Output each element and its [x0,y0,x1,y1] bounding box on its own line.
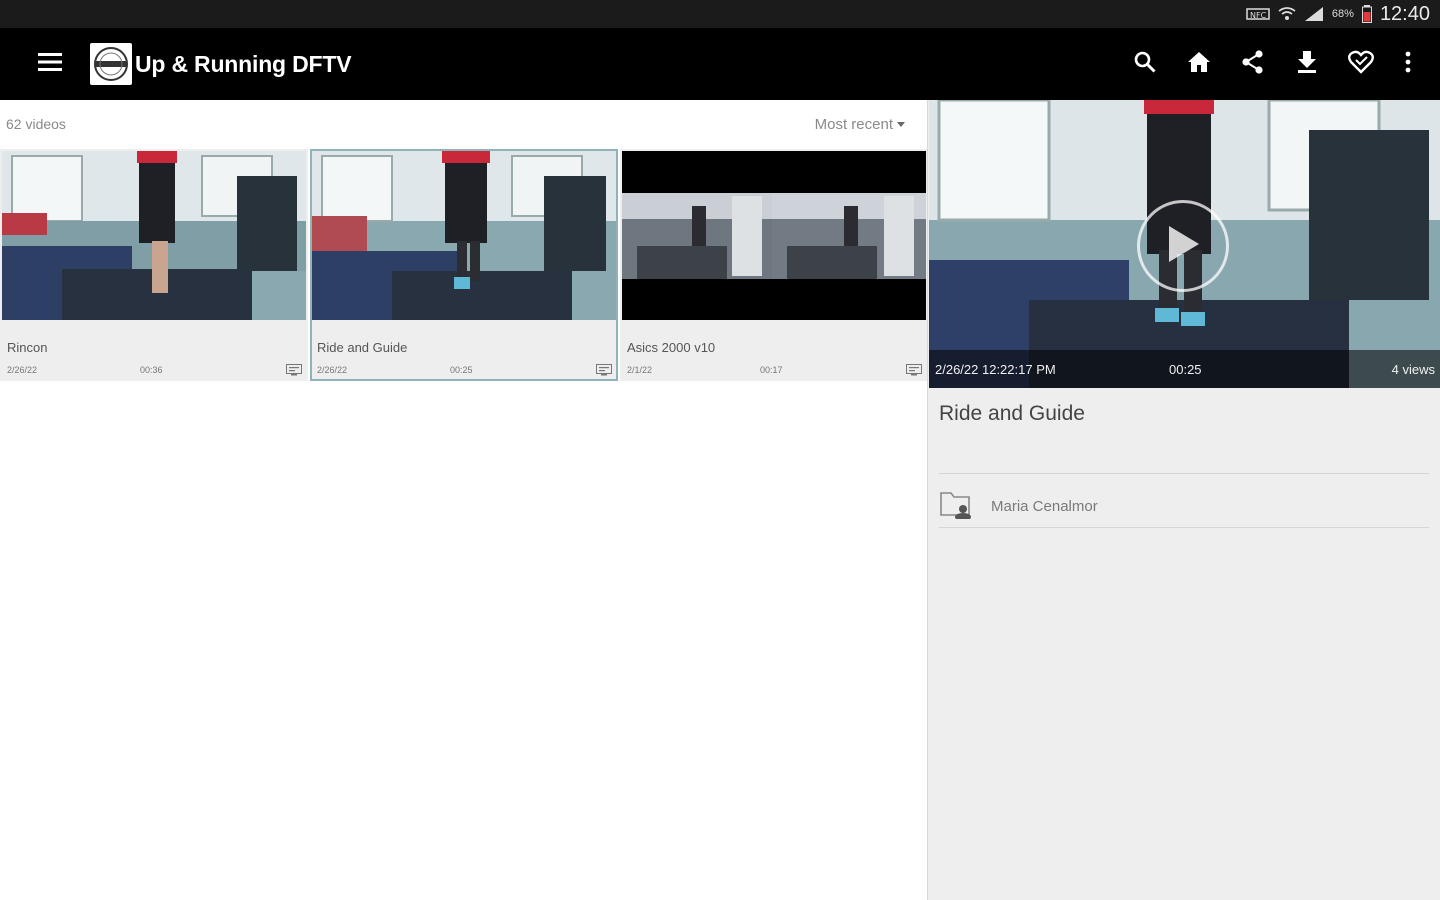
player-info-bar: 2/26/22 12:22:17 PM 00:25 4 views [929,350,1440,388]
divider [939,527,1429,528]
signal-icon [1304,6,1324,22]
video-player[interactable]: 2/26/22 12:22:17 PM 00:25 4 views [929,100,1440,388]
video-detail-pane: 2/26/22 12:22:17 PM 00:25 4 views Ride a… [927,100,1440,900]
video-duration: 00:36 [140,365,163,375]
channel-logo [90,43,132,85]
view-count: 4 views [1391,361,1435,377]
share-icon [1242,49,1264,79]
video-title: Asics 2000 v10 [627,340,716,355]
divider [939,473,1429,474]
folder-icon [939,489,973,524]
share-button[interactable] [1226,37,1280,91]
download-button[interactable] [1280,37,1334,91]
chevron-down-icon [897,122,905,127]
video-list-pane: 62 videos Most recent Rincon 2/26/22 00:… [0,100,928,900]
video-thumbnail [622,151,926,320]
channel-name: Maria Cenalmor [991,497,1098,515]
favorite-icon [1348,50,1374,79]
search-button[interactable] [1118,37,1172,91]
video-upload-date: 2/26/22 12:22:17 PM [935,361,1056,377]
sort-label: Most recent [814,116,893,133]
video-title: Rincon [7,340,48,355]
menu-button[interactable] [23,37,77,91]
captions-icon [906,363,922,381]
video-date: 2/26/22 [7,365,38,375]
menu-icon [38,52,62,76]
video-title: Ride and Guide [317,340,408,355]
video-thumbnail [312,151,616,320]
svg-text:NFC: NFC [1250,11,1267,20]
video-date: 2/1/22 [627,365,653,375]
video-card[interactable]: Ride and Guide 2/26/22 00:25 [310,149,618,381]
video-detail-title: Ride and Guide [939,402,1085,425]
nfc-icon: NFC [1246,7,1270,21]
more-vert-icon [1405,51,1411,78]
home-button[interactable] [1172,37,1226,91]
search-icon [1134,51,1156,78]
clock: 12:40 [1379,2,1430,25]
play-icon [1165,224,1201,269]
video-thumbnail [2,151,306,320]
video-grid: Rincon 2/26/22 00:36 Ride and Guide 2/26… [0,149,928,381]
video-card[interactable]: Rincon 2/26/22 00:36 [0,149,308,381]
download-icon [1297,50,1317,78]
video-duration: 00:25 [450,365,473,375]
battery-percent: 68% [1331,8,1354,20]
sort-dropdown[interactable]: Most recent [815,116,905,133]
captions-icon [286,363,302,381]
video-duration: 00:25 [1169,361,1202,377]
app-bar: Up & Running DFTV [0,28,1440,100]
video-card[interactable]: Asics 2000 v10 2/1/22 00:17 [620,149,928,381]
status-bar: NFC 68% 12:40 [0,0,1440,28]
channel-row[interactable]: Maria Cenalmor [939,485,1429,527]
wifi-icon [1278,6,1296,22]
more-options-button[interactable] [1388,37,1428,91]
favorite-button[interactable] [1334,37,1388,91]
app-title: Up & Running DFTV [135,50,352,77]
home-icon [1187,51,1211,78]
captions-icon [596,363,612,381]
toolbar-actions [1118,37,1428,91]
video-duration: 00:17 [760,365,783,375]
battery-icon [1361,5,1372,23]
video-date: 2/26/22 [317,365,348,375]
play-button[interactable] [1137,200,1229,292]
video-count: 62 videos [6,116,66,132]
